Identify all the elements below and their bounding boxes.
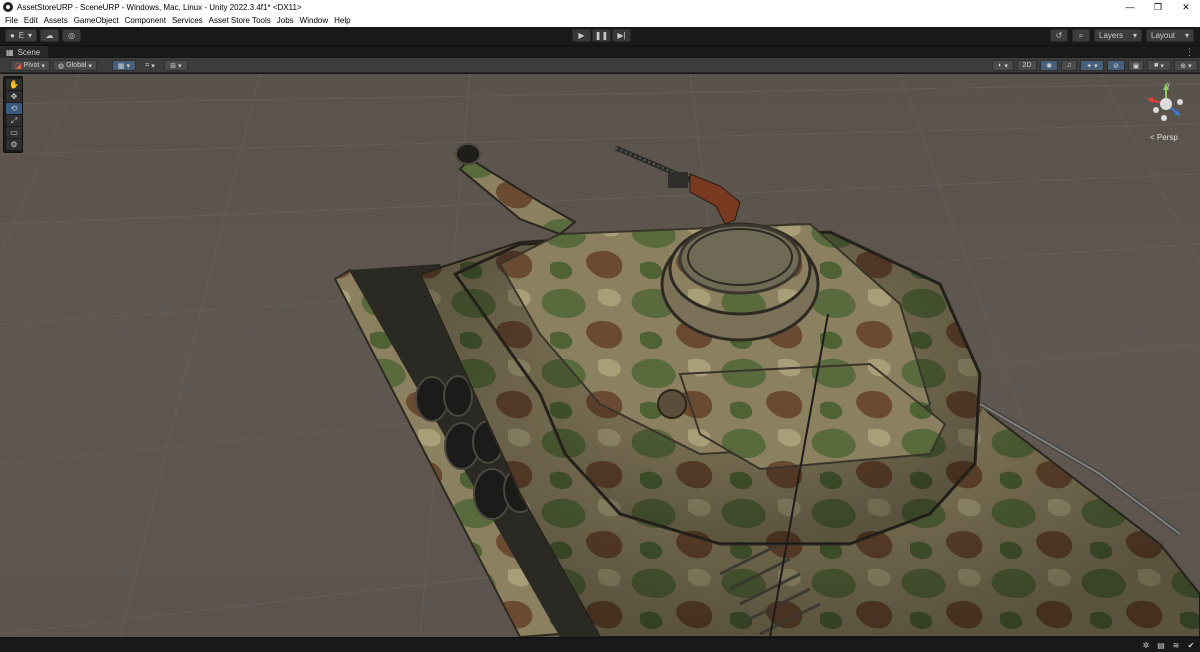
collab-icon[interactable]: ◎ — [62, 29, 81, 42]
pause-button[interactable]: ❚❚ — [592, 29, 611, 42]
cloud-icon[interactable]: ☁ — [40, 29, 59, 42]
hand-tool-icon[interactable]: ✋ — [6, 79, 22, 90]
tank-model — [333, 143, 1200, 637]
window-title-bar: AssetStoreURP - SceneURP - Windows, Mac,… — [0, 0, 1200, 14]
chevron-down-icon: ▾ — [88, 62, 92, 70]
visibility-icon[interactable]: ⊘ — [1107, 60, 1125, 71]
more-options-icon[interactable]: ⋮ — [1185, 47, 1194, 58]
scene-render — [0, 74, 1200, 637]
perspective-label[interactable]: < Persp — [1150, 133, 1178, 142]
orientation-gizmo[interactable]: y — [1142, 80, 1190, 128]
unity-app-icon — [3, 2, 13, 12]
pivot-icon: ◪ — [15, 62, 22, 70]
menu-edit[interactable]: Edit — [21, 16, 41, 25]
menu-gameobject[interactable]: GameObject — [71, 16, 122, 25]
chevron-down-icon: ▾ — [151, 62, 155, 70]
chevron-down-icon: ▾ — [1132, 31, 1137, 40]
pivot-dropdown[interactable]: ◪ Pivot ▾ — [10, 60, 50, 71]
scene-toolbar-right: ◐ ▾ 2D ✺ ♫ ✦ ▾ ⊘ ▣ ■ ▾ ⊕ ▾ — [992, 60, 1198, 71]
snap-icon: ⌗ — [145, 61, 150, 69]
scene-toolbar-left: ◪ Pivot ▾ ◍ Global ▾ ▦ ▾ ⌗ ▾ ⊞ ▾ — [10, 60, 188, 71]
bug-icon[interactable]: ✲ — [1141, 640, 1151, 650]
lighting-icon[interactable]: ✺ — [1040, 60, 1058, 71]
chevron-down-icon: ▾ — [1094, 62, 1098, 70]
cache-icon[interactable]: ≋ — [1171, 640, 1181, 650]
chevron-down-icon: ▾ — [1184, 31, 1189, 40]
global-label: Global — [66, 62, 87, 69]
console-icon[interactable]: ▤ — [1156, 640, 1166, 650]
account-label: E — [18, 31, 25, 40]
menu-bar: File Edit Assets GameObject Component Se… — [0, 14, 1200, 27]
main-toolbar: ● E ▾ ☁ ◎ ▶ ❚❚ ▶| ↺ ⌕ Layers ▾ Layout ▾ — [0, 27, 1200, 45]
ruler-icon: ⊞ — [170, 62, 177, 70]
layout-dropdown[interactable]: Layout ▾ — [1146, 29, 1194, 42]
window-controls: — ❐ ✕ — [1116, 0, 1200, 14]
grid-icon: ▦ — [117, 62, 125, 70]
layers-label: Layers — [1099, 31, 1124, 40]
transform-tool-icon[interactable]: ⚙ — [6, 139, 22, 150]
layout-label: Layout — [1151, 31, 1176, 40]
shading-icon: ◐ — [998, 62, 1003, 69]
global-dropdown[interactable]: ◍ Global ▾ — [53, 60, 97, 71]
snap-increment-button[interactable]: ⌗ ▾ — [139, 60, 161, 71]
gizmos-icon: ⊕ — [1180, 62, 1187, 70]
rect-tool-icon[interactable]: ▭ — [6, 127, 22, 138]
video-icon: ■ — [1154, 62, 1159, 69]
window-title: AssetStoreURP - SceneURP - Windows, Mac,… — [17, 2, 302, 12]
chevron-down-icon: ▾ — [1188, 62, 1192, 70]
scale-tool-icon[interactable]: ⤢ — [6, 115, 22, 126]
camera-icon[interactable]: ▣ — [1128, 60, 1144, 71]
menu-help[interactable]: Help — [331, 16, 353, 25]
toolbar-right-group: ↺ ⌕ Layers ▾ Layout ▾ — [1050, 29, 1194, 42]
chevron-down-icon: ▾ — [1160, 62, 1164, 70]
minimize-button[interactable]: — — [1116, 0, 1144, 14]
chevron-down-icon: ▾ — [1004, 62, 1008, 70]
chevron-down-icon: ▾ — [178, 62, 182, 70]
tab-scene-label: Scene — [17, 48, 41, 57]
gizmo-axis-y-label: y — [1167, 82, 1170, 88]
menu-services[interactable]: Services — [169, 16, 206, 25]
audio-icon[interactable]: ♫ — [1061, 60, 1077, 71]
move-tool-icon[interactable]: ✥ — [6, 91, 22, 102]
tab-strip: ▦ Scene ⋮ — [0, 45, 1200, 59]
increment-snap-button[interactable]: ⊞ ▾ — [164, 60, 188, 71]
mode-2d-button[interactable]: 2D — [1017, 60, 1037, 71]
menu-asset-store-tools[interactable]: Asset Store Tools — [206, 16, 274, 25]
account-icon: ● — [10, 31, 15, 40]
search-icon[interactable]: ⌕ — [1072, 29, 1090, 42]
gizmos-dropdown[interactable]: ⊕ ▾ — [1174, 60, 1198, 71]
globe-icon: ◍ — [58, 62, 65, 70]
checkmark-icon[interactable]: ✔ — [1186, 640, 1196, 650]
layers-dropdown[interactable]: Layers ▾ — [1094, 29, 1142, 42]
tool-palette: ✋ ✥ ⟲ ⤢ ▭ ⚙ — [3, 76, 23, 153]
camera-settings-dropdown[interactable]: ■ ▾ — [1147, 60, 1171, 71]
scene-toolbar: ◪ Pivot ▾ ◍ Global ▾ ▦ ▾ ⌗ ▾ ⊞ ▾ ◐ ▾ 2D … — [0, 58, 1200, 73]
effects-dropdown[interactable]: ✦ ▾ — [1080, 60, 1104, 71]
menu-file[interactable]: File — [2, 16, 21, 25]
play-controls: ▶ ❚❚ ▶| — [572, 29, 631, 42]
play-button[interactable]: ▶ — [572, 29, 591, 42]
restore-button[interactable]: ❐ — [1144, 0, 1172, 14]
status-icons: ✲ ▤ ≋ ✔ — [1141, 640, 1196, 650]
step-button[interactable]: ▶| — [612, 29, 631, 42]
effects-icon: ✦ — [1086, 62, 1093, 70]
chevron-down-icon: ▾ — [126, 62, 131, 70]
grid-icon: ▦ — [6, 48, 14, 57]
chevron-down-icon: ▾ — [27, 31, 32, 40]
close-button[interactable]: ✕ — [1172, 0, 1200, 14]
draw-mode-dropdown[interactable]: ◐ ▾ — [992, 60, 1014, 71]
account-dropdown[interactable]: ● E ▾ — [5, 29, 37, 42]
menu-jobs[interactable]: Jobs — [274, 16, 297, 25]
grid-snapping-button[interactable]: ▦ ▾ — [112, 60, 136, 71]
status-bar: ✲ ▤ ≋ ✔ — [0, 637, 1200, 652]
pivot-label: Pivot — [23, 62, 40, 69]
menu-assets[interactable]: Assets — [41, 16, 71, 25]
rotate-tool-icon[interactable]: ⟲ — [6, 103, 22, 114]
scene-viewport[interactable]: ✋ ✥ ⟲ ⤢ ▭ ⚙ — [0, 74, 1200, 637]
menu-component[interactable]: Component — [122, 16, 169, 25]
chevron-down-icon: ▾ — [41, 62, 45, 70]
menu-window[interactable]: Window — [297, 16, 331, 25]
history-icon[interactable]: ↺ — [1050, 29, 1068, 42]
